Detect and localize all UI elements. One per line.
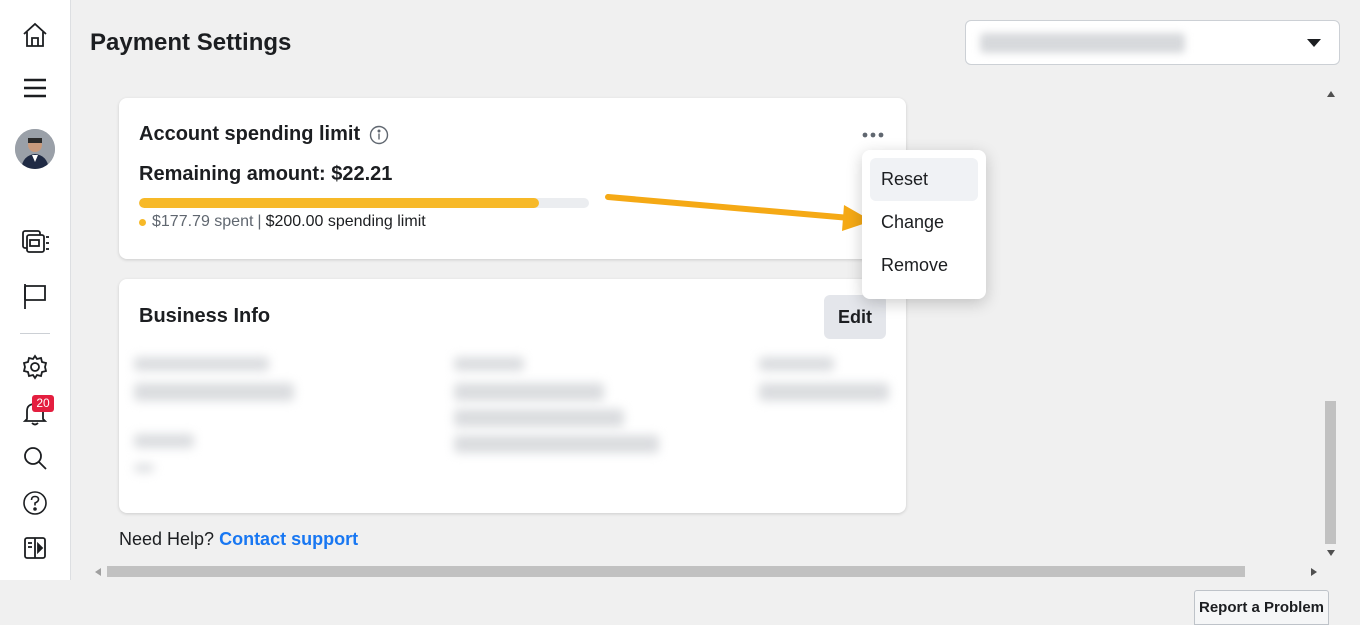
annotation-arrow-icon	[605, 194, 872, 231]
home-icon[interactable]	[20, 20, 50, 50]
contact-support-link[interactable]: Contact support	[219, 529, 358, 549]
more-options-icon[interactable]	[857, 123, 889, 147]
help-prefix: Need Help?	[119, 529, 215, 549]
spent-amount: $177.79 spent	[152, 213, 254, 230]
help-line: Need Help? Contact support	[119, 529, 358, 550]
redacted-text	[454, 383, 604, 401]
redacted-text	[134, 383, 294, 401]
redacted-text	[759, 357, 834, 371]
spend-progress-fill	[139, 198, 540, 208]
info-icon[interactable]	[369, 125, 389, 145]
account-selector[interactable]	[965, 20, 1340, 65]
nav-divider	[20, 333, 50, 334]
avatar[interactable]	[15, 129, 55, 169]
redacted-text	[454, 435, 659, 453]
redacted-text	[454, 357, 524, 371]
account-name-redacted	[980, 33, 1185, 53]
remaining-amount: Remaining amount: $22.21	[139, 163, 393, 185]
business-info-title: Business Info	[139, 305, 271, 327]
scroll-right-icon[interactable]	[1311, 568, 1317, 576]
left-nav: 20	[0, 0, 71, 580]
spending-limit-amount: $200.00 spending limit	[265, 213, 426, 230]
scroll-down-icon[interactable]	[1327, 550, 1335, 556]
flag-icon[interactable]	[20, 281, 50, 311]
horizontal-scrollbar[interactable]	[90, 563, 1322, 580]
spend-summary: $177.79 spent | $200.00 spending limit	[139, 213, 426, 231]
redacted-text	[454, 409, 624, 427]
menu-icon[interactable]	[20, 73, 50, 103]
spend-progress-bar	[139, 198, 589, 208]
search-icon[interactable]	[20, 443, 50, 473]
horizontal-scroll-thumb[interactable]	[107, 566, 1245, 577]
options-menu: Reset Change Remove	[862, 150, 986, 299]
edit-button[interactable]: Edit	[824, 295, 886, 339]
menu-item-remove[interactable]: Remove	[870, 244, 978, 287]
vertical-scrollbar[interactable]	[1322, 85, 1340, 563]
redacted-text	[134, 434, 194, 448]
redacted-text	[759, 383, 889, 401]
chevron-down-icon	[1307, 39, 1321, 47]
collapse-sidebar-icon[interactable]	[20, 533, 50, 563]
vertical-scroll-thumb[interactable]	[1325, 401, 1336, 544]
pages-feed-icon[interactable]	[20, 226, 50, 256]
help-icon[interactable]	[20, 488, 50, 518]
spending-limit-title: Account spending limit	[139, 123, 361, 145]
scroll-up-icon[interactable]	[1327, 91, 1335, 97]
redacted-text	[134, 464, 154, 472]
report-problem-button[interactable]: Report a Problem	[1194, 590, 1329, 625]
redacted-text	[134, 357, 269, 371]
page-title: Payment Settings	[90, 29, 292, 56]
menu-item-reset[interactable]: Reset	[870, 158, 978, 201]
menu-item-change[interactable]: Change	[870, 201, 978, 244]
scroll-left-icon[interactable]	[95, 568, 101, 576]
gear-icon[interactable]	[20, 352, 50, 382]
spend-separator: |	[257, 213, 262, 230]
business-info-card: Business Info Edit	[119, 279, 906, 513]
spent-dot-icon	[139, 218, 146, 226]
notification-badge: 20	[32, 395, 54, 412]
